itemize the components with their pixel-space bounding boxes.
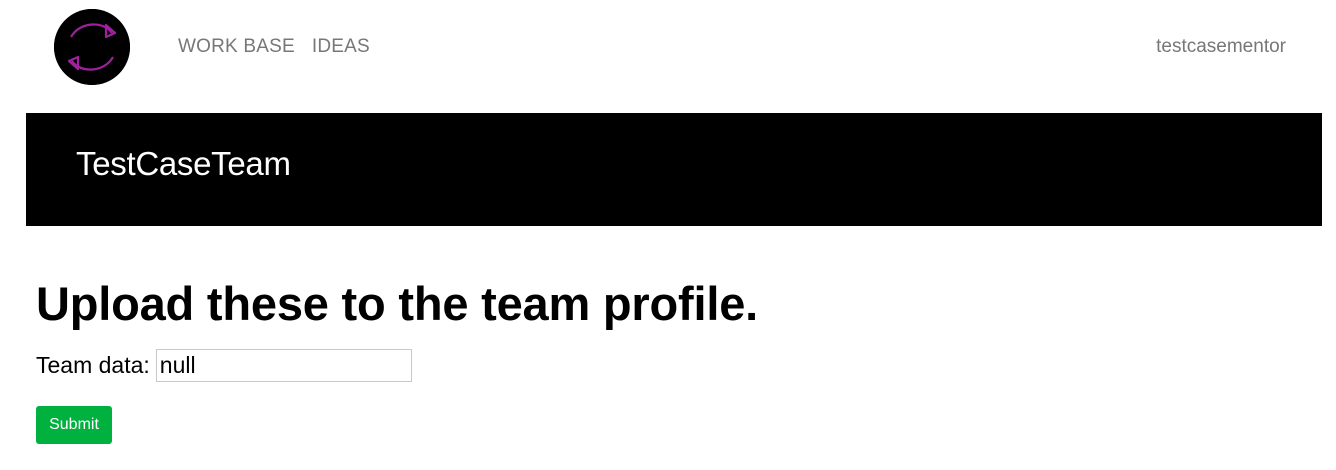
sync-arrows-icon [54,9,130,85]
team-name: TestCaseTeam [76,145,291,182]
page-title: Upload these to the team profile. [36,277,758,330]
team-data-form-row: Team data: [36,349,412,382]
top-navbar: WORK BASE IDEAS testcasementor [0,0,1336,96]
user-menu-link[interactable]: testcasementor [1156,36,1286,58]
logo[interactable] [54,9,130,85]
nav-link-work-base[interactable]: WORK BASE [178,36,295,58]
nav-link-ideas[interactable]: IDEAS [312,36,370,58]
nav-links: WORK BASE IDEAS [178,36,370,58]
team-data-label: Team data: [36,352,150,378]
submit-button[interactable]: Submit [36,406,112,444]
page: WORK BASE IDEAS testcasementor TestCaseT… [0,0,1336,470]
team-banner: TestCaseTeam [26,113,1322,226]
team-data-input[interactable] [155,349,412,382]
